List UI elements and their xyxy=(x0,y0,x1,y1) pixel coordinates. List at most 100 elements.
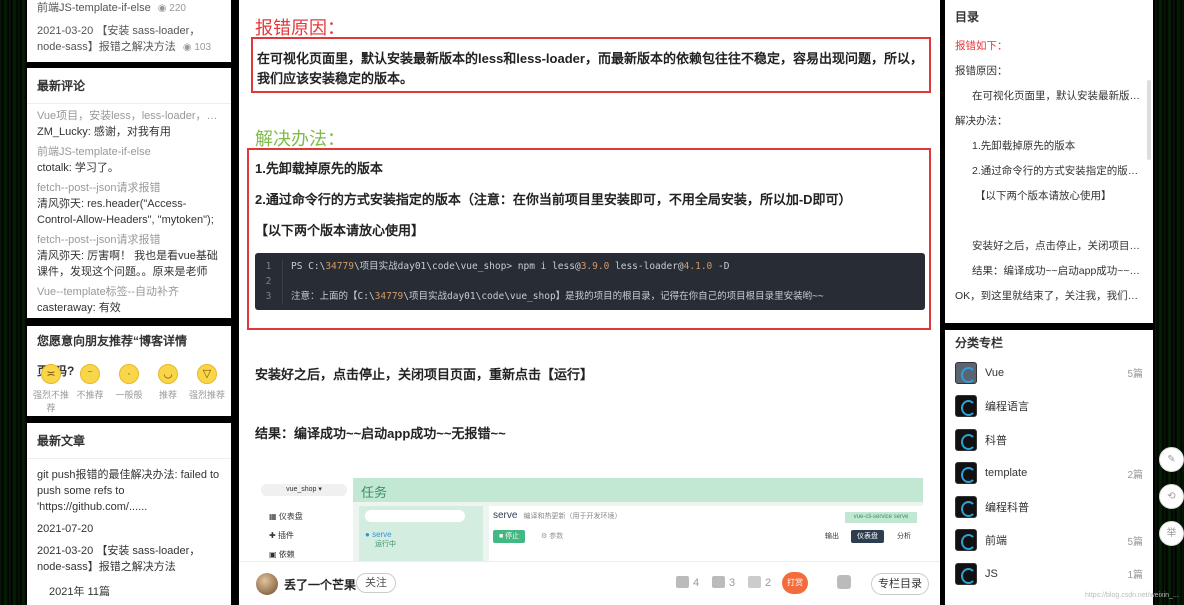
column-c-logo-icon xyxy=(955,495,977,518)
column-item[interactable]: 科普 xyxy=(945,423,1153,457)
column-vue-icon xyxy=(955,361,977,384)
comment-button[interactable]: 3 xyxy=(712,576,735,589)
recommend-option[interactable]: · 一般般 xyxy=(111,364,147,414)
comment-text: 清风弥天: res.header("Access-Control-Allow-H… xyxy=(37,198,214,226)
feedback-icon[interactable]: ✎ xyxy=(1159,447,1184,472)
toc-item[interactable]: 2.通过命令行的方式安装指定的版本... xyxy=(945,159,1153,184)
share-link-icon[interactable]: ⟲ xyxy=(1159,484,1184,509)
embed-serve-title: serve 编译和热更新（用于开发环境） xyxy=(493,510,622,521)
recommend-options: ≍ 强烈不推荐 ⁻ 不推荐 · 一般般 ◡ 推荐 ▽ 强烈推荐 xyxy=(27,356,231,414)
top-article-item[interactable]: 前端JS-template-if-else ◉ 220 xyxy=(37,0,221,17)
code-line: 2 xyxy=(255,274,925,289)
author-avatar[interactable] xyxy=(256,573,278,595)
table-of-contents: 目录 报错如下： 报错原因： 在可视化页面里，默认安装最新版本... 解决办法：… xyxy=(945,0,1153,323)
versions-note: 【以下两个版本请放心使用】 xyxy=(255,223,425,238)
comment-article-link[interactable]: Vue项目，安装less，less-loader，报错... xyxy=(37,108,221,124)
vue-ui-screenshot: vue_shop ▾ ▦ 仪表盘 ✚ 插件 ▣ 依赖 任务 ● serve 运行中… xyxy=(255,478,923,563)
toc-item[interactable]: 安装好之后，点击停止，关闭项目页... xyxy=(945,234,1153,259)
top-article-item[interactable]: 2021-03-20 【安装 sass-loader，node-sass】报错之… xyxy=(37,23,221,56)
latest-article-link[interactable]: git push报错的最佳解决办法: failed to push some r… xyxy=(37,467,221,515)
after-install-text: 安装好之后，点击停止，关闭项目页面，重新点击【运行】 xyxy=(255,367,594,382)
author-name[interactable]: 丢了一个芒果 xyxy=(284,576,356,593)
article-content: 报错原因： 在可视化页面里，默认安装最新版本的less和less-loader，… xyxy=(239,0,940,605)
recommend-option[interactable]: ▽ 强烈推荐 xyxy=(189,364,225,414)
latest-articles-list: git push报错的最佳解决办法: failed to push some r… xyxy=(27,459,231,605)
toc-item[interactable]: 解决办法： xyxy=(945,109,1153,134)
embed-dashboard-tab: 仪表盘 xyxy=(851,530,884,543)
recommend-option[interactable]: ⁻ 不推荐 xyxy=(72,364,108,414)
latest-articles-title: 最新文章 xyxy=(27,423,231,459)
cause-highlight-box: 在可视化页面里，默认安装最新版本的less和less-loader，而最新版本的… xyxy=(251,37,931,93)
column-item[interactable]: Vue 5篇 xyxy=(945,356,1153,390)
recommend-question: 您愿意向朋友推荐“博客详情页”吗? xyxy=(37,334,188,378)
column-c-logo-icon xyxy=(955,395,977,418)
page-background-right xyxy=(1155,0,1184,605)
recommend-option[interactable]: ≍ 强烈不推荐 xyxy=(33,364,69,414)
archive-link[interactable]: 2021年 11篇 xyxy=(37,583,221,599)
embed-output-tab: 输出 xyxy=(825,533,839,540)
like-button[interactable]: 4 xyxy=(676,576,699,589)
comment-article-link[interactable]: fetch--post--json请求报错 xyxy=(37,180,221,196)
toc-item[interactable]: 在可视化页面里，默认安装最新版本... xyxy=(945,84,1153,109)
toc-item[interactable] xyxy=(945,209,1153,234)
toc-scrollbar[interactable] xyxy=(1147,80,1151,160)
embed-params-button: ⚙ 参数 xyxy=(541,533,564,540)
comment-article-link[interactable]: fetch--post--json请求报错 xyxy=(37,232,221,248)
comment-icon xyxy=(712,576,725,588)
embed-task-item: ● serve 运行中 xyxy=(365,530,396,548)
comment-text: 清风弥天: 厉害啊！ 我也是看vue基础课件，发现这个问题。。原来是老师expr… xyxy=(37,250,218,278)
column-toc-button[interactable]: 专栏目录 xyxy=(871,573,929,595)
solution-highlight-box: 1.先卸载掉原先的版本 2.通过命令行的方式安装指定的版本（注意：在你当前项目里… xyxy=(247,148,931,330)
follow-button[interactable]: 关注 xyxy=(356,573,396,593)
cause-text: 在可视化页面里，默认安装最新版本的less和less-loader，而最新版本的… xyxy=(257,51,923,86)
embed-nav-item: ▦ 仪表盘 xyxy=(269,512,303,521)
report-icon[interactable]: 举 xyxy=(1159,521,1184,546)
embed-task-list: ● serve 运行中 xyxy=(359,506,483,563)
toc-item[interactable]: OK，到这里就结束了，关注我，我们一... xyxy=(945,284,1153,309)
embed-project-select: vue_shop ▾ xyxy=(261,484,347,496)
code-line: 3 注意：上面的【C:\34779\项目实战day01\code\vue_sho… xyxy=(255,289,925,304)
page-background-left xyxy=(0,0,26,605)
latest-article-date: 2021-07-20 xyxy=(37,523,94,535)
column-item[interactable]: 编程语言 xyxy=(945,390,1153,424)
favorite-button[interactable]: 2 xyxy=(748,576,771,589)
comment-article-link[interactable]: Vue--template标签--自动补齐 xyxy=(37,284,221,300)
toc-item[interactable]: 报错原因： xyxy=(945,59,1153,84)
toc-item[interactable]: 报错如下： xyxy=(945,34,1153,59)
watermark: https://blog.csdn.net/weixin_... xyxy=(1085,592,1179,599)
embed-analyze-tab: 分析 xyxy=(897,533,911,540)
step-1: 1.先卸载掉原先的版本 xyxy=(255,161,383,176)
neutral-face-icon: · xyxy=(119,364,139,384)
latest-comments-card: 最新评论 Vue项目，安装less，less-loader，报错... ZM_L… xyxy=(27,68,231,318)
toc-item[interactable]: 1.先卸载掉原先的版本 xyxy=(945,134,1153,159)
top-article-title[interactable]: 前端JS-template-if-else xyxy=(37,2,151,14)
share-icon[interactable] xyxy=(837,575,851,589)
column-c-logo-icon xyxy=(955,529,977,552)
embed-nav-item: ✚ 插件 xyxy=(269,531,294,540)
top-article-title[interactable]: 2021-03-20 【安装 sass-loader，node-sass】报错之… xyxy=(37,25,200,53)
column-item[interactable]: 前端 5篇 xyxy=(945,524,1153,558)
column-item[interactable]: 编程科普 xyxy=(945,490,1153,524)
column-item[interactable]: template 2篇 xyxy=(945,457,1153,491)
toc-item[interactable]: 结果：编译成功~~启动app成功~~无... xyxy=(945,259,1153,284)
embed-stop-button: ■ 停止 xyxy=(493,530,526,543)
column-c-logo-icon xyxy=(955,428,977,451)
latest-article-link[interactable]: 2021-03-20 【安装 sass-loader，node-sass】报错之… xyxy=(37,543,221,575)
toc-item[interactable]: 【以下两个版本请放心使用】 xyxy=(945,184,1153,209)
comment-article-link[interactable]: 前端JS-template-if-else xyxy=(37,144,221,160)
reward-button[interactable]: 打赏 xyxy=(782,572,808,594)
code-block[interactable]: 1 PS C:\34779\项目实战day01\code\vue_shop> n… xyxy=(255,253,925,310)
embed-search xyxy=(365,510,465,522)
very-unhappy-face-icon: ≍ xyxy=(41,364,61,384)
latest-comments-title: 最新评论 xyxy=(27,68,231,104)
column-item[interactable]: JS 1篇 xyxy=(945,557,1153,591)
comment-text: ZM_Lucky: 感谢，对我有用 xyxy=(37,126,171,138)
recommend-option[interactable]: ◡ 推荐 xyxy=(150,364,186,414)
category-columns-card: 分类专栏 Vue 5篇 编程语言 科普 template 2篇 编程科普 前端 5篇 … xyxy=(945,330,1153,605)
embed-task-detail: serve 编译和热更新（用于开发环境） vue-cli-service serv… xyxy=(489,506,923,563)
article-toolbar: 丢了一个芒果 关注 4 3 2 打赏 专栏目录 xyxy=(239,561,940,605)
embed-command: vue-cli-service serve xyxy=(845,512,917,523)
embed-header: 任务 xyxy=(353,478,923,502)
smile-face-icon: ◡ xyxy=(158,364,178,384)
result-text: 结果：编译成功~~启动app成功~~无报错~~ xyxy=(255,426,506,441)
